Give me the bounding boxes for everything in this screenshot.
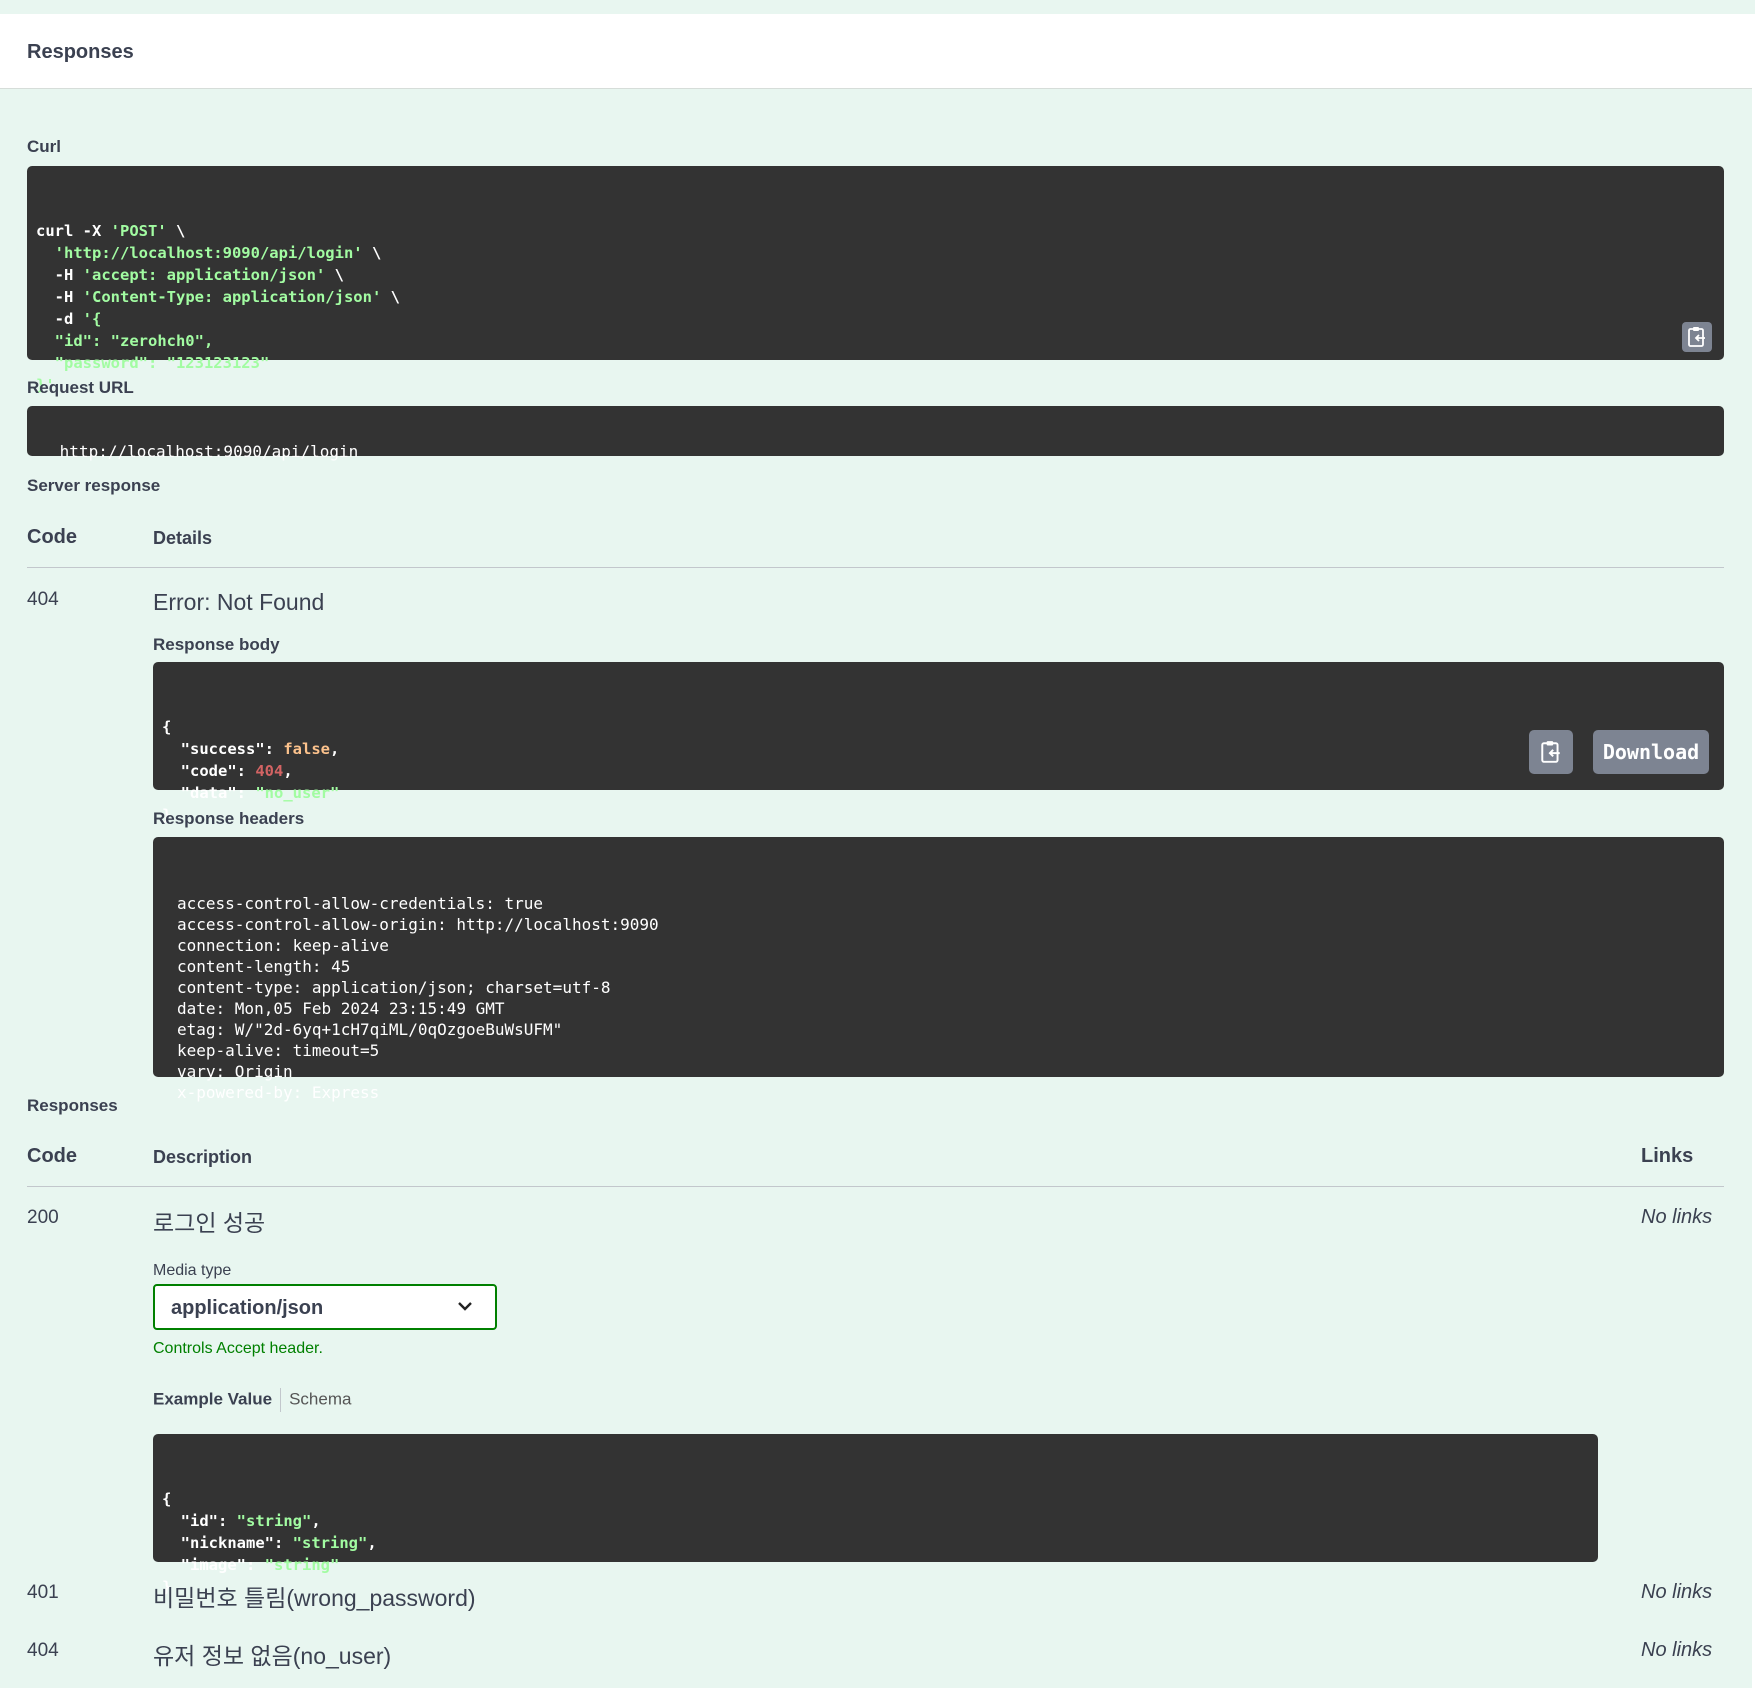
responses-label: Responses [27,1096,118,1115]
response-header-line: date: Mon,05 Feb 2024 23:15:49 GMT [177,999,505,1018]
media-type-value: application/json [171,1297,324,1319]
request-url-box: http://localhost:9090/api/login [27,406,1724,461]
response-body-line: "data": "no_user" [162,784,340,802]
media-type-select[interactable]: application/json [153,1284,497,1330]
response-row-links: No links [1641,1206,1713,1228]
response-headers-block: access-control-allow-credentials: true ac… [153,837,1724,1102]
curl-line: 'http://localhost:9090/api/login' \ [54,244,382,262]
response-header-line: keep-alive: timeout=5 [177,1041,380,1060]
response-row-code: 200 [27,1207,59,1228]
response-body-line: "code": 404, [162,762,293,780]
copy-curl-button[interactable] [1682,322,1712,352]
example-line: { [162,1490,172,1508]
responses-section-header: Responses [0,14,1752,89]
divider [27,567,1724,568]
response-body-line: { [162,718,172,736]
response-header-line: access-control-allow-credentials: true [177,894,544,913]
request-url-value: http://localhost:9090/api/login [59,442,359,461]
response-header-line: access-control-allow-origin: http://loca… [177,915,659,934]
response-headers-label: Response headers [153,809,305,828]
copy-response-button[interactable] [1529,730,1573,774]
response-body-label: Response body [153,635,280,654]
tab-schema[interactable]: Schema [289,1389,351,1408]
response-row-code: 401 [27,1582,59,1603]
response-header-line: connection: keep-alive [177,936,389,955]
server-response-label: Server response [27,476,161,495]
server-response-code: 404 [27,589,59,610]
example-value-block: { "id": "string", "nickname": "string", … [153,1434,1598,1596]
tab-example-value[interactable]: Example Value [153,1389,272,1408]
server-response-error: Error: Not Found [153,589,325,615]
responses-code-header: Code [27,1145,77,1167]
download-button[interactable]: Download [1593,730,1709,774]
example-line: "id": "string", [162,1512,321,1530]
response-headers-list: access-control-allow-credentials: true ac… [177,893,1700,1103]
response-row-description: 유저 정보 없음(no_user) [153,1643,392,1669]
server-response-code-header: Code [27,526,77,548]
section-title: Responses [27,41,134,63]
response-header-line: content-length: 45 [177,957,351,976]
response-row-description: 로그인 성공 [153,1210,266,1236]
response-header-line: x-powered-by: Express [177,1083,380,1102]
response-row-description: 비밀번호 틀림(wrong_password) [153,1585,476,1611]
example-schema-tabs: Example Value Schema [153,1388,351,1412]
response-body-block: { "success": false, "code": 404, "data":… [153,662,1724,824]
example-line: "nickname": "string", [162,1534,377,1552]
tab-separator [280,1388,282,1412]
divider [27,1186,1724,1187]
response-header-line: vary: Origin [177,1062,293,1081]
curl-line: -H 'Content-Type: application/json' \ [36,288,400,306]
curl-line: "id": "zerohch0", [36,332,214,350]
curl-line: }' [36,376,55,394]
response-row-code: 404 [27,1640,59,1661]
responses-links-header: Links [1641,1145,1694,1167]
response-body-code: { "success": false, "code": 404, "data":… [162,716,1715,826]
curl-code: curl -X 'POST' \ 'http://localhost:9090/… [36,220,1715,396]
curl-line: "password": "123123123" [36,354,270,372]
curl-line: curl -X 'POST' \ [36,222,186,240]
response-header-line: etag: W/"2d-6yq+1cH7qiML/0qOzgoeBuWsUFM" [177,1020,563,1039]
request-url-label: Request URL [27,378,134,397]
example-line: "image": "string" [162,1556,340,1574]
curl-label: Curl [27,137,61,156]
response-body-line: "success": false, [162,740,340,758]
media-type-hint: Controls Accept header. [153,1340,323,1357]
curl-line: -d '{ [36,310,102,328]
response-header-line: content-type: application/json; charset=… [177,978,611,997]
responses-description-header: Description [153,1147,253,1167]
curl-code-block: curl -X 'POST' \ 'http://localhost:9090/… [27,166,1724,394]
response-row-links: No links [1641,1639,1713,1661]
response-body-line: } [162,806,172,824]
response-row-links: No links [1641,1581,1713,1603]
curl-line: -H 'accept: application/json' \ [36,266,344,284]
copy-to-clipboard-icon [1541,741,1560,763]
chevron-down-icon [458,1302,472,1311]
copy-to-clipboard-icon [1688,327,1705,347]
top-strip [0,0,1755,14]
media-type-label: Media type [153,1262,232,1279]
server-response-details-header: Details [153,528,213,548]
